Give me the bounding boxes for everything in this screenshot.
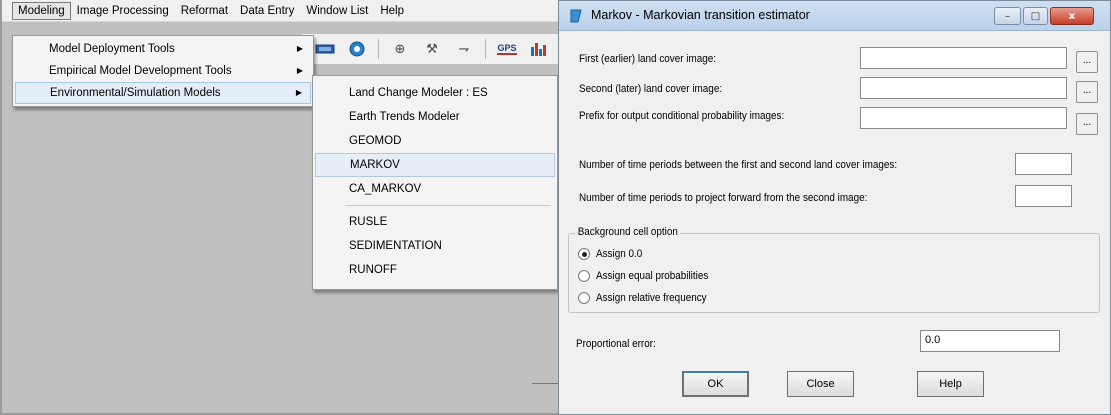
radio-label: Assign equal probabilities bbox=[596, 270, 709, 282]
toolbar-separator bbox=[485, 39, 486, 59]
dialog-titlebar[interactable]: Markov - Markovian transition estimator … bbox=[559, 1, 1110, 31]
periods-forward-label: Number of time periods to project forwar… bbox=[579, 192, 868, 204]
menu-window-list[interactable]: Window List bbox=[300, 2, 374, 20]
app-icon bbox=[569, 9, 583, 23]
submenu-item-ca-markov[interactable]: CA_MARKOV bbox=[315, 177, 555, 201]
prefix-label: Prefix for output conditional probabilit… bbox=[579, 110, 785, 122]
second-image-browse-button[interactable]: ... bbox=[1076, 81, 1098, 103]
radio-unselected-icon[interactable] bbox=[578, 292, 590, 304]
menu-item-empirical-model[interactable]: Empirical Model Development Tools ▶ bbox=[15, 60, 311, 82]
first-image-label: First (earlier) land cover image: bbox=[579, 53, 716, 65]
submenu-item-land-change-modeler[interactable]: Land Change Modeler : ES bbox=[315, 81, 555, 105]
second-image-input[interactable] bbox=[860, 77, 1067, 99]
radio-assign-equal[interactable]: Assign equal probabilities bbox=[578, 270, 721, 282]
periods-between-label: Number of time periods between the first… bbox=[579, 159, 898, 171]
gps-icon[interactable]: GPS bbox=[496, 38, 518, 60]
menu-item-label: Empirical Model Development Tools bbox=[49, 65, 232, 77]
radio-label: Assign 0.0 bbox=[596, 248, 643, 260]
minimize-button[interactable]: – bbox=[994, 7, 1021, 25]
menu-image-processing[interactable]: Image Processing bbox=[71, 2, 175, 20]
submenu-item-runoff[interactable]: RUNOFF bbox=[315, 258, 555, 282]
submenu-item-rusle[interactable]: RUSLE bbox=[315, 210, 555, 234]
group-legend: Background cell option bbox=[575, 226, 681, 238]
help-button[interactable]: Help bbox=[917, 371, 984, 397]
tools-icon[interactable]: ⚒ bbox=[421, 38, 443, 60]
first-image-input[interactable] bbox=[860, 47, 1067, 69]
background-cell-option-group: Background cell option Assign 0.0 Assign… bbox=[568, 226, 1100, 313]
app-window: Modeling Image Processing Reformat Data … bbox=[0, 0, 558, 415]
menu-help[interactable]: Help bbox=[374, 2, 410, 20]
menu-item-environmental-simulation[interactable]: Environmental/Simulation Models ▶ bbox=[15, 82, 311, 104]
gps-label: GPS bbox=[497, 43, 517, 55]
radio-assign-relative[interactable]: Assign relative frequency bbox=[578, 292, 719, 304]
menu-item-label: Environmental/Simulation Models bbox=[50, 87, 221, 99]
layer-icon[interactable] bbox=[314, 38, 336, 60]
prefix-input[interactable] bbox=[860, 107, 1067, 129]
simulation-submenu: Land Change Modeler : ES Earth Trends Mo… bbox=[312, 75, 558, 290]
radio-label: Assign relative frequency bbox=[596, 292, 707, 304]
proportional-error-input[interactable]: 0.0 bbox=[920, 330, 1060, 352]
maximize-button[interactable]: □ bbox=[1023, 7, 1048, 25]
periods-forward-input[interactable] bbox=[1015, 185, 1072, 207]
periods-between-input[interactable] bbox=[1015, 153, 1072, 175]
chevron-right-icon: ▶ bbox=[296, 66, 303, 75]
menu-data-entry[interactable]: Data Entry bbox=[234, 2, 300, 20]
chevron-right-icon: ▶ bbox=[296, 44, 303, 53]
second-image-label: Second (later) land cover image: bbox=[579, 83, 723, 95]
submenu-separator bbox=[345, 205, 551, 206]
markov-dialog: Markov - Markovian transition estimator … bbox=[558, 0, 1111, 415]
submenu-item-markov[interactable]: MARKOV bbox=[315, 153, 555, 177]
arrow-icon[interactable]: ⇁ bbox=[453, 38, 475, 60]
chevron-right-icon: ▶ bbox=[295, 88, 302, 97]
submenu-item-sedimentation[interactable]: SEDIMENTATION bbox=[315, 234, 555, 258]
menu-item-label: Model Deployment Tools bbox=[49, 43, 175, 55]
radio-assign-zero[interactable]: Assign 0.0 bbox=[578, 248, 647, 260]
submenu-item-geomod[interactable]: GEOMOD bbox=[315, 129, 555, 153]
dialog-title: Markov - Markovian transition estimator bbox=[591, 8, 810, 22]
proportional-error-label: Proportional error: bbox=[576, 338, 656, 350]
divider-line bbox=[532, 383, 558, 384]
toolbar-separator bbox=[378, 39, 379, 59]
radio-unselected-icon[interactable] bbox=[578, 270, 590, 282]
toolbar: ⊕ ⚒ ⇁ GPS bbox=[302, 34, 558, 64]
chart-icon[interactable] bbox=[528, 38, 550, 60]
menu-modeling[interactable]: Modeling bbox=[12, 1, 71, 20]
ok-button[interactable]: OK bbox=[682, 371, 749, 397]
crosshair-icon[interactable]: ⊕ bbox=[389, 38, 411, 60]
globe-icon[interactable] bbox=[346, 38, 368, 60]
menu-reformat[interactable]: Reformat bbox=[175, 2, 234, 20]
prefix-browse-button[interactable]: ... bbox=[1076, 113, 1098, 135]
menu-item-model-deployment[interactable]: Model Deployment Tools ▶ bbox=[15, 38, 311, 60]
radio-selected-icon[interactable] bbox=[578, 248, 590, 260]
menu-bar: Modeling Image Processing Reformat Data … bbox=[2, 0, 558, 22]
modeling-menu: Model Deployment Tools ▶ Empirical Model… bbox=[12, 35, 314, 107]
first-image-browse-button[interactable]: ... bbox=[1076, 51, 1098, 73]
submenu-item-earth-trends-modeler[interactable]: Earth Trends Modeler bbox=[315, 105, 555, 129]
close-window-button[interactable]: x bbox=[1050, 7, 1094, 25]
close-button[interactable]: Close bbox=[787, 371, 854, 397]
